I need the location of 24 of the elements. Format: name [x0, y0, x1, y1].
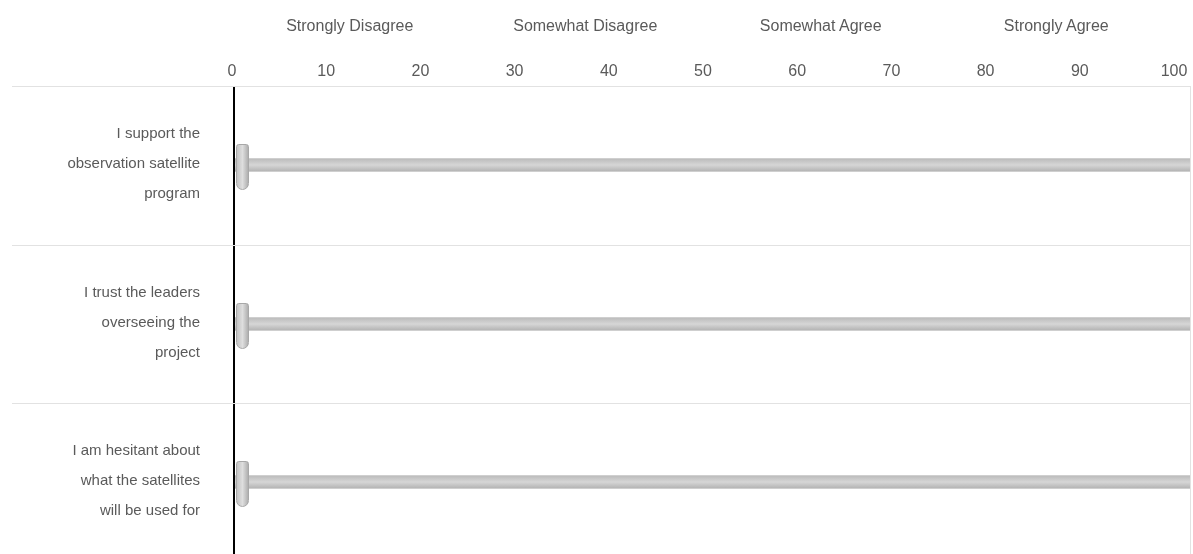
slider[interactable] [235, 144, 1190, 190]
tick-label: 10 [317, 61, 336, 81]
tick-label: 40 [599, 61, 618, 81]
statement-label: I am hesitant about what the satellites will be used for [71, 439, 200, 520]
tick-label: 20 [411, 61, 430, 81]
tick-label: 0 [227, 61, 237, 81]
slider-handle[interactable] [236, 303, 249, 349]
tick-label: 30 [505, 61, 524, 81]
scale-anchor-label: Somewhat Agree [759, 16, 882, 36]
slider[interactable] [235, 303, 1190, 349]
slider-handle[interactable] [236, 461, 249, 507]
scale-anchor-label: Strongly Agree [1003, 16, 1109, 36]
scale-anchor-label: Strongly Disagree [286, 16, 414, 36]
tick-label: 70 [882, 61, 901, 81]
tick-label: 100 [1160, 61, 1188, 81]
slider[interactable] [235, 461, 1190, 507]
statement-label: I support the observation satellite program [66, 123, 200, 203]
tick-label: 80 [976, 61, 995, 81]
tick-label: 50 [694, 61, 712, 81]
tick-label: 60 [788, 61, 807, 81]
tick-label: 90 [1070, 61, 1089, 81]
slider-handle[interactable] [236, 144, 249, 190]
scale-anchor-label: Somewhat Disagree [513, 16, 658, 36]
statement-label: I trust the leaders overseeing the project [83, 281, 200, 362]
